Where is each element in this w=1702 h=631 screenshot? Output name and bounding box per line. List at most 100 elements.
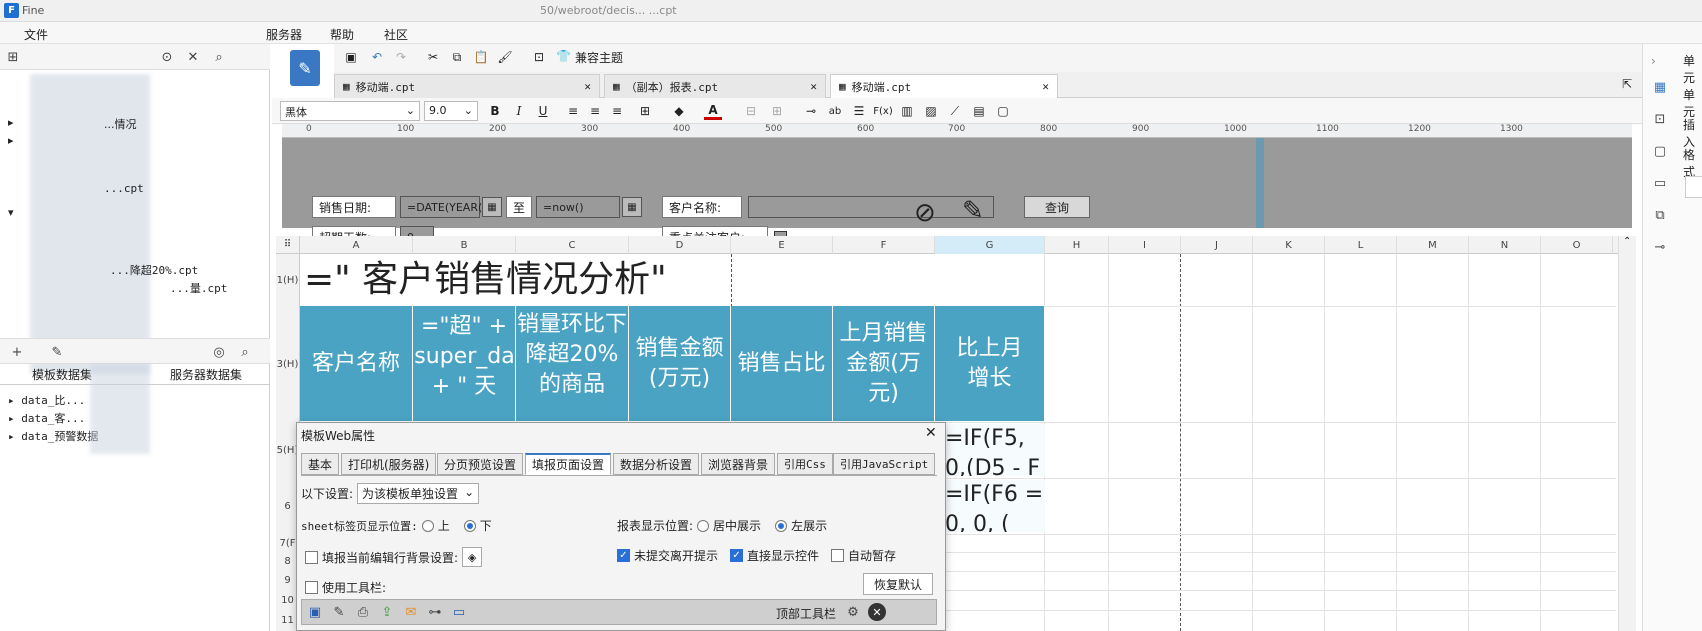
- font-size-select[interactable]: 9.0 ⌄: [424, 101, 478, 121]
- tab-server-datasets[interactable]: 服务器数据集: [170, 366, 242, 383]
- edit-icon[interactable]: ✎: [48, 343, 66, 361]
- widget-icon[interactable]: ⊡: [1651, 110, 1669, 128]
- customer-input[interactable]: [748, 196, 994, 218]
- cell-element-icon[interactable]: ▢: [994, 102, 1012, 120]
- col-header[interactable]: M: [1397, 236, 1469, 254]
- tab-fill-page[interactable]: 填报页面设置: [525, 453, 612, 475]
- align-right-icon[interactable]: ≡: [608, 102, 626, 120]
- formula-icon[interactable]: F(x): [873, 102, 892, 120]
- tab-mobile-2[interactable]: ▦ 移动端.cpt ✕: [830, 74, 1058, 98]
- header-cell[interactable]: 客户名称: [300, 306, 413, 422]
- col-header[interactable]: O: [1541, 236, 1613, 254]
- collapse-icon[interactable]: ✕: [184, 48, 202, 66]
- radio-down[interactable]: [463, 519, 476, 532]
- slash-icon[interactable]: ⟋: [946, 102, 964, 120]
- link-icon[interactable]: ⊸: [802, 102, 820, 120]
- sub-report-icon[interactable]: ▤: [970, 102, 988, 120]
- row-header[interactable]: 1(H): [276, 254, 300, 306]
- cell-attr-icon[interactable]: ▦: [1651, 78, 1669, 96]
- param-resize-handle[interactable]: [1256, 138, 1264, 228]
- text-icon[interactable]: ab: [826, 102, 844, 120]
- gear-icon[interactable]: ⚙: [844, 603, 862, 621]
- direct-show-checkbox[interactable]: ✓: [730, 549, 744, 562]
- col-header[interactable]: K: [1253, 236, 1325, 254]
- col-header[interactable]: C: [516, 236, 629, 254]
- unsubmitted-checkbox[interactable]: ✓: [617, 549, 630, 562]
- search-icon[interactable]: ⌕: [236, 343, 254, 361]
- close-icon[interactable]: ✕: [925, 425, 937, 441]
- col-header[interactable]: G: [935, 236, 1045, 254]
- row-header[interactable]: 3(H): [276, 306, 300, 422]
- tab-list-icon[interactable]: ⇱: [1622, 77, 1632, 91]
- use-toolbar-checkbox[interactable]: [305, 581, 318, 594]
- tab-javascript[interactable]: 引用JavaScript: [833, 453, 936, 475]
- select-all-corner[interactable]: ⠿: [276, 236, 300, 254]
- sale-date-start-input[interactable]: =DATE(YEAR(: [400, 196, 482, 218]
- cut-icon[interactable]: ✂: [424, 48, 442, 66]
- tab-data-analysis[interactable]: 数据分析设置: [613, 453, 700, 475]
- search-icon[interactable]: ⌕: [210, 48, 228, 66]
- save-icon[interactable]: ▣: [342, 48, 360, 66]
- panel-field[interactable]: [1685, 176, 1702, 198]
- align-left-icon[interactable]: ≡: [564, 102, 582, 120]
- template-icon[interactable]: ✎: [290, 50, 320, 86]
- paste-icon[interactable]: 📋: [472, 48, 490, 66]
- close-icon[interactable]: ✕: [584, 80, 591, 93]
- email-icon[interactable]: ✉: [402, 603, 420, 621]
- formula-cell[interactable]: =IF(F6 = 0, 0, (: [945, 480, 1045, 532]
- merge-icon[interactable]: ⊟: [742, 102, 760, 120]
- tree-node[interactable]: ▸: [8, 134, 258, 152]
- link-icon[interactable]: ⊸: [1651, 238, 1669, 256]
- radio-center[interactable]: [697, 519, 710, 532]
- pencil-icon[interactable]: ✎: [330, 603, 348, 621]
- col-header[interactable]: N: [1469, 236, 1541, 254]
- header-cell[interactable]: 销售金额(万元): [629, 306, 731, 422]
- vertical-scrollbar[interactable]: ⌃: [1618, 236, 1636, 631]
- new-folder-icon[interactable]: ⊞: [4, 48, 22, 66]
- border-icon[interactable]: ⊞: [636, 102, 654, 120]
- format-brush-icon[interactable]: 🖌: [496, 48, 514, 66]
- header-cell[interactable]: 销售占比: [731, 306, 833, 422]
- col-header[interactable]: B: [413, 236, 516, 254]
- monitor-icon[interactable]: ▭: [1651, 174, 1669, 192]
- close-circle-icon[interactable]: ✕: [868, 603, 886, 621]
- italic-icon[interactable]: I: [510, 102, 528, 120]
- radio-up[interactable]: [421, 519, 434, 532]
- align-center-icon[interactable]: ≡: [586, 102, 604, 120]
- col-header[interactable]: E: [731, 236, 833, 254]
- font-select[interactable]: 黑体 ⌄: [280, 101, 420, 121]
- calendar-icon[interactable]: ▦: [482, 197, 502, 217]
- header-cell[interactable]: 比上月增长: [935, 306, 1045, 422]
- auto-save-checkbox[interactable]: [831, 549, 845, 562]
- menu-file[interactable]: 文件: [24, 26, 48, 43]
- preview-icon[interactable]: ⊡: [530, 48, 548, 66]
- calendar-icon[interactable]: ▦: [622, 197, 642, 217]
- close-icon[interactable]: ✕: [810, 80, 817, 93]
- restore-default-button[interactable]: 恢复默认: [863, 573, 933, 595]
- eye-off-icon[interactable]: ⊘: [914, 198, 936, 228]
- tab-browser-bg[interactable]: 浏览器背景: [701, 453, 776, 475]
- import-icon[interactable]: ⊶: [426, 603, 444, 621]
- header-cell[interactable]: ="超" + $super_day + " 天: [413, 306, 516, 422]
- sale-date-end-input[interactable]: =now(): [536, 196, 620, 218]
- bg-setting-checkbox[interactable]: [305, 550, 318, 564]
- query-button[interactable]: 查询: [1024, 196, 1090, 218]
- close-icon[interactable]: ✕: [1042, 80, 1049, 93]
- underline-icon[interactable]: U: [534, 102, 552, 120]
- fill-color-icon[interactable]: ◆: [670, 102, 688, 120]
- tab-paging-preview[interactable]: 分页预览设置: [437, 453, 524, 475]
- bold-icon[interactable]: B: [486, 102, 504, 120]
- font-color-icon[interactable]: A: [704, 102, 722, 120]
- print-icon[interactable]: ⎙: [354, 603, 372, 621]
- image-icon[interactable]: ▨: [922, 102, 940, 120]
- formula-cell[interactable]: =IF(F5,0,(D5 - F5)/: [945, 424, 1045, 476]
- add-dataset-icon[interactable]: +: [8, 343, 26, 361]
- tab-copy-report[interactable]: ▦ （副本）报表.cpt ✕: [604, 74, 826, 98]
- tab-mobile-1[interactable]: ▦ 移动端.cpt ✕: [334, 74, 600, 98]
- tree-node[interactable]: ▾: [8, 206, 258, 224]
- menu-help[interactable]: 帮助: [330, 26, 354, 43]
- locate-icon[interactable]: ⊙: [158, 48, 176, 66]
- split-icon[interactable]: ⊞: [768, 102, 786, 120]
- radio-left[interactable]: [775, 519, 788, 532]
- chevron-right-icon[interactable]: ›: [1651, 54, 1656, 68]
